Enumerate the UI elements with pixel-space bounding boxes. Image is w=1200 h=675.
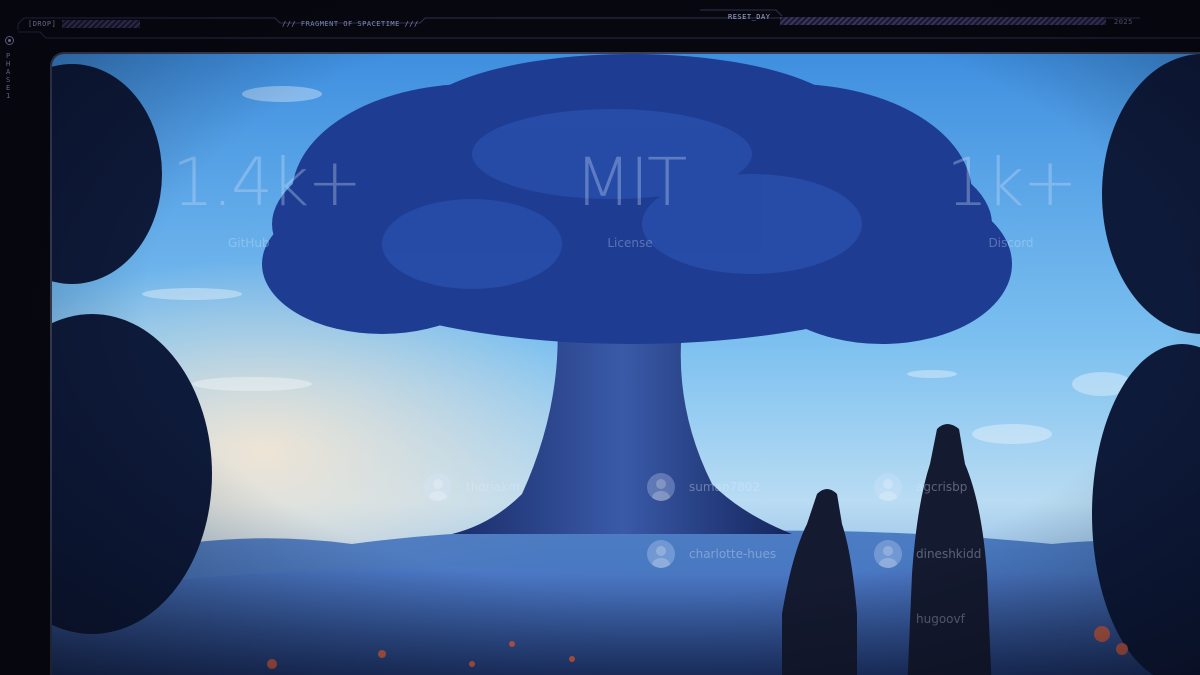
avatar	[647, 473, 675, 501]
fragment-title: /// FRAGMENT OF SPACETIME ///	[282, 20, 419, 28]
top-bar: [DROP] /// FRAGMENT OF SPACETIME /// RES…	[0, 0, 1200, 44]
stat-github-value: 1.4k+	[172, 144, 362, 221]
contributor-item[interactable]: charlotte-hues	[647, 540, 776, 568]
avatar	[647, 540, 675, 568]
contributor-name: suman7802	[689, 480, 761, 494]
contributor-item[interactable]: dineshkidd	[874, 540, 981, 568]
contributor-name: hugoovf	[916, 612, 965, 626]
stat-license: MIT License	[560, 144, 700, 251]
contributor-item[interactable]: thoriakm	[424, 473, 520, 501]
contributor-item[interactable]: suman7802	[647, 473, 760, 501]
stat-license-label: License	[607, 236, 653, 250]
contributor-name: thoriakm	[466, 480, 520, 494]
avatar	[424, 473, 452, 501]
stat-discord-value: 1k+	[946, 144, 1078, 221]
stat-github-label: GitHub	[228, 236, 270, 250]
contributor-name: dineshkidd	[916, 547, 982, 561]
top-bar-hatch-right	[780, 17, 1106, 25]
left-rail: PHASE1	[0, 30, 18, 130]
reset-day-label[interactable]: RESET_DAY	[728, 13, 770, 21]
contributor-item[interactable]: agcrisbp	[874, 473, 967, 501]
avatar	[874, 473, 902, 501]
drop-tag[interactable]: [DROP]	[28, 20, 56, 28]
avatar	[874, 540, 902, 568]
phase-label: PHASE1	[6, 52, 11, 100]
contributor-item[interactable]: hugoovf	[874, 605, 965, 633]
contributor-name: charlotte-hues	[689, 547, 777, 561]
stat-discord-label: Discord	[988, 236, 1034, 250]
target-icon	[5, 36, 14, 45]
top-bar-hatch-left	[62, 20, 140, 28]
contributor-name: agcrisbp	[916, 480, 968, 494]
stat-github: 1.4k+ GitHub	[172, 144, 362, 251]
year-label: 2025	[1114, 18, 1133, 26]
stat-license-value: MIT	[574, 144, 688, 221]
stat-discord: 1k+ Discord	[946, 144, 1078, 251]
